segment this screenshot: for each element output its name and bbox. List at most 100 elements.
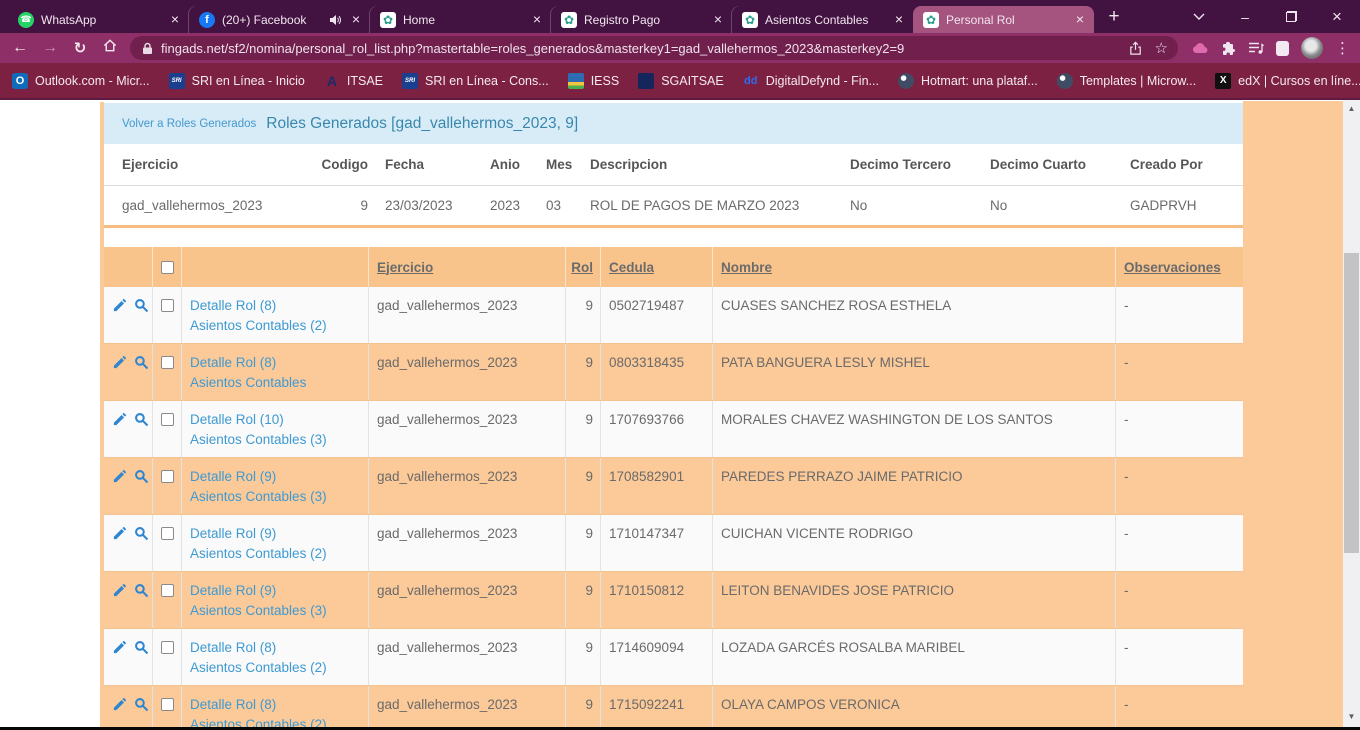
row-checkbox[interactable] <box>161 698 174 711</box>
share-icon[interactable] <box>1128 41 1143 56</box>
table-row: Detalle Rol (8) Asientos Contables (2) g… <box>104 686 1243 728</box>
sidebar-icon[interactable] <box>1276 41 1289 56</box>
edit-pencil-icon[interactable] <box>112 697 127 728</box>
row-checkbox[interactable] <box>161 527 174 540</box>
close-tab-icon[interactable]: × <box>891 12 907 28</box>
edit-pencil-icon[interactable] <box>112 526 127 571</box>
close-window-button[interactable]: × <box>1314 0 1360 33</box>
detalle-rol-link[interactable]: Detalle Rol (8) <box>182 638 368 658</box>
audio-speaker-icon[interactable] <box>329 14 341 26</box>
new-tab-button[interactable]: + <box>1100 3 1128 31</box>
tab-personal-rol-active[interactable]: ✿ Personal Rol × <box>913 6 1094 33</box>
detalle-rol-link[interactable]: Detalle Rol (8) <box>182 296 368 316</box>
view-magnifier-icon[interactable] <box>134 697 149 728</box>
bookmark-star-icon[interactable]: ☆ <box>1155 39 1168 57</box>
reload-button[interactable]: ↻ <box>70 39 90 57</box>
tab-title: Registro Pago <box>584 13 703 27</box>
extensions-puzzle-icon[interactable] <box>1221 41 1236 56</box>
master-header-anio: Anio <box>490 157 546 172</box>
sort-header-observaciones[interactable]: Observaciones <box>1116 260 1221 275</box>
bookmark-sgaitsae[interactable]: SGAITSAE <box>638 73 724 89</box>
address-bar[interactable]: fingads.net/sf2/nomina/personal_rol_list… <box>130 36 1178 60</box>
tab-search-chevron-icon[interactable] <box>1176 0 1222 33</box>
asientos-contables-link[interactable]: Asientos Contables (3) <box>182 487 368 507</box>
edit-pencil-icon[interactable] <box>112 355 127 400</box>
cell-nombre: OLAYA CAMPOS VERONICA <box>712 686 1115 728</box>
scroll-down-arrow[interactable]: ▼ <box>1343 710 1360 724</box>
bookmark-hotmart[interactable]: Hotmart: una plataf... <box>898 73 1038 89</box>
tab-whatsapp[interactable]: ☎ WhatsApp × <box>8 6 189 33</box>
back-to-roles-link[interactable]: Volver a Roles Generados <box>122 118 256 130</box>
row-checkbox[interactable] <box>161 299 174 312</box>
tab-facebook[interactable]: f (20+) Facebook × <box>189 6 370 33</box>
edit-pencil-icon[interactable] <box>112 583 127 628</box>
detalle-rol-link[interactable]: Detalle Rol (9) <box>182 524 368 544</box>
bookmark-sri-consultas[interactable]: SRI SRI en Línea - Cons... <box>402 73 549 89</box>
view-magnifier-icon[interactable] <box>134 583 149 628</box>
sort-header-cedula[interactable]: Cedula <box>601 260 654 275</box>
bookmark-sri-inicio[interactable]: SRI SRI en Línea - Inicio <box>169 73 305 89</box>
row-checkbox[interactable] <box>161 470 174 483</box>
restore-button[interactable] <box>1268 0 1314 33</box>
sort-header-nombre[interactable]: Nombre <box>713 260 772 275</box>
cell-rol: 9 <box>565 515 600 571</box>
bookmark-itsae[interactable]: A ITSAE <box>324 73 383 89</box>
detalle-rol-link[interactable]: Detalle Rol (8) <box>182 353 368 373</box>
edit-pencil-icon[interactable] <box>112 298 127 343</box>
asientos-contables-link[interactable]: Asientos Contables (3) <box>182 601 368 621</box>
detalle-rol-link[interactable]: Detalle Rol (9) <box>182 467 368 487</box>
tab-home[interactable]: ✿ Home × <box>370 6 551 33</box>
close-tab-icon[interactable]: × <box>167 12 183 28</box>
profile-avatar[interactable] <box>1301 37 1323 59</box>
bookmark-digitaldefynd[interactable]: dd DigitalDefynd - Fin... <box>743 73 879 89</box>
view-magnifier-icon[interactable] <box>134 412 149 457</box>
row-checkbox[interactable] <box>161 584 174 597</box>
select-all-checkbox[interactable] <box>161 261 174 274</box>
close-tab-icon[interactable]: × <box>710 12 726 28</box>
view-magnifier-icon[interactable] <box>134 355 149 400</box>
edit-pencil-icon[interactable] <box>112 640 127 685</box>
close-tab-icon[interactable]: × <box>529 12 545 28</box>
bookmark-edx[interactable]: X edX | Cursos en líne... <box>1215 73 1360 89</box>
view-magnifier-icon[interactable] <box>134 469 149 514</box>
back-button[interactable]: ← <box>10 39 30 57</box>
home-button[interactable] <box>100 38 120 58</box>
asientos-contables-link[interactable]: Asientos Contables (2) <box>182 658 368 678</box>
asientos-contables-link[interactable]: Asientos Contables (2) <box>182 544 368 564</box>
detalle-rol-link[interactable]: Detalle Rol (8) <box>182 695 368 715</box>
tab-registro-pago[interactable]: ✿ Registro Pago × <box>551 6 732 33</box>
view-magnifier-icon[interactable] <box>134 526 149 571</box>
close-tab-icon[interactable]: × <box>1072 12 1088 28</box>
scroll-up-arrow[interactable]: ▲ <box>1343 102 1360 116</box>
tab-title: (20+) Facebook <box>222 13 322 27</box>
kebab-menu-icon[interactable]: ⋮ <box>1335 39 1350 57</box>
cloud-extension-icon[interactable] <box>1192 42 1209 54</box>
edit-pencil-icon[interactable] <box>112 469 127 514</box>
playlist-extension-icon[interactable] <box>1248 41 1264 55</box>
scrollbar-thumb[interactable] <box>1344 253 1359 553</box>
asientos-contables-link[interactable]: Asientos Contables (2) <box>182 316 368 336</box>
row-checkbox[interactable] <box>161 413 174 426</box>
edit-pencil-icon[interactable] <box>112 412 127 457</box>
view-magnifier-icon[interactable] <box>134 298 149 343</box>
tab-asientos-contables[interactable]: ✿ Asientos Contables × <box>732 6 913 33</box>
asientos-contables-link[interactable]: Asientos Contables <box>182 373 368 393</box>
sort-header-ejercicio[interactable]: Ejercicio <box>369 260 433 275</box>
bookmark-templates[interactable]: Templates | Microw... <box>1057 73 1196 89</box>
outlook-favicon-icon: O <box>12 73 28 89</box>
forward-button[interactable]: → <box>40 39 60 57</box>
row-checkbox[interactable] <box>161 641 174 654</box>
view-magnifier-icon[interactable] <box>134 640 149 685</box>
lock-icon[interactable] <box>142 42 153 55</box>
sort-header-rol[interactable]: Rol <box>566 260 600 275</box>
row-checkbox[interactable] <box>161 356 174 369</box>
minimize-button[interactable]: – <box>1222 0 1268 33</box>
detalle-rol-link[interactable]: Detalle Rol (10) <box>182 410 368 430</box>
bookmark-outlook[interactable]: O Outlook.com - Micr... <box>12 73 150 89</box>
asientos-contables-link[interactable]: Asientos Contables (3) <box>182 430 368 450</box>
detalle-rol-link[interactable]: Detalle Rol (9) <box>182 581 368 601</box>
page-scrollbar[interactable]: ▲ ▼ <box>1343 100 1360 728</box>
cell-ejercicio: gad_vallehermos_2023 <box>368 515 565 571</box>
close-tab-icon[interactable]: × <box>348 12 364 28</box>
bookmark-iess[interactable]: IESS <box>568 73 620 89</box>
